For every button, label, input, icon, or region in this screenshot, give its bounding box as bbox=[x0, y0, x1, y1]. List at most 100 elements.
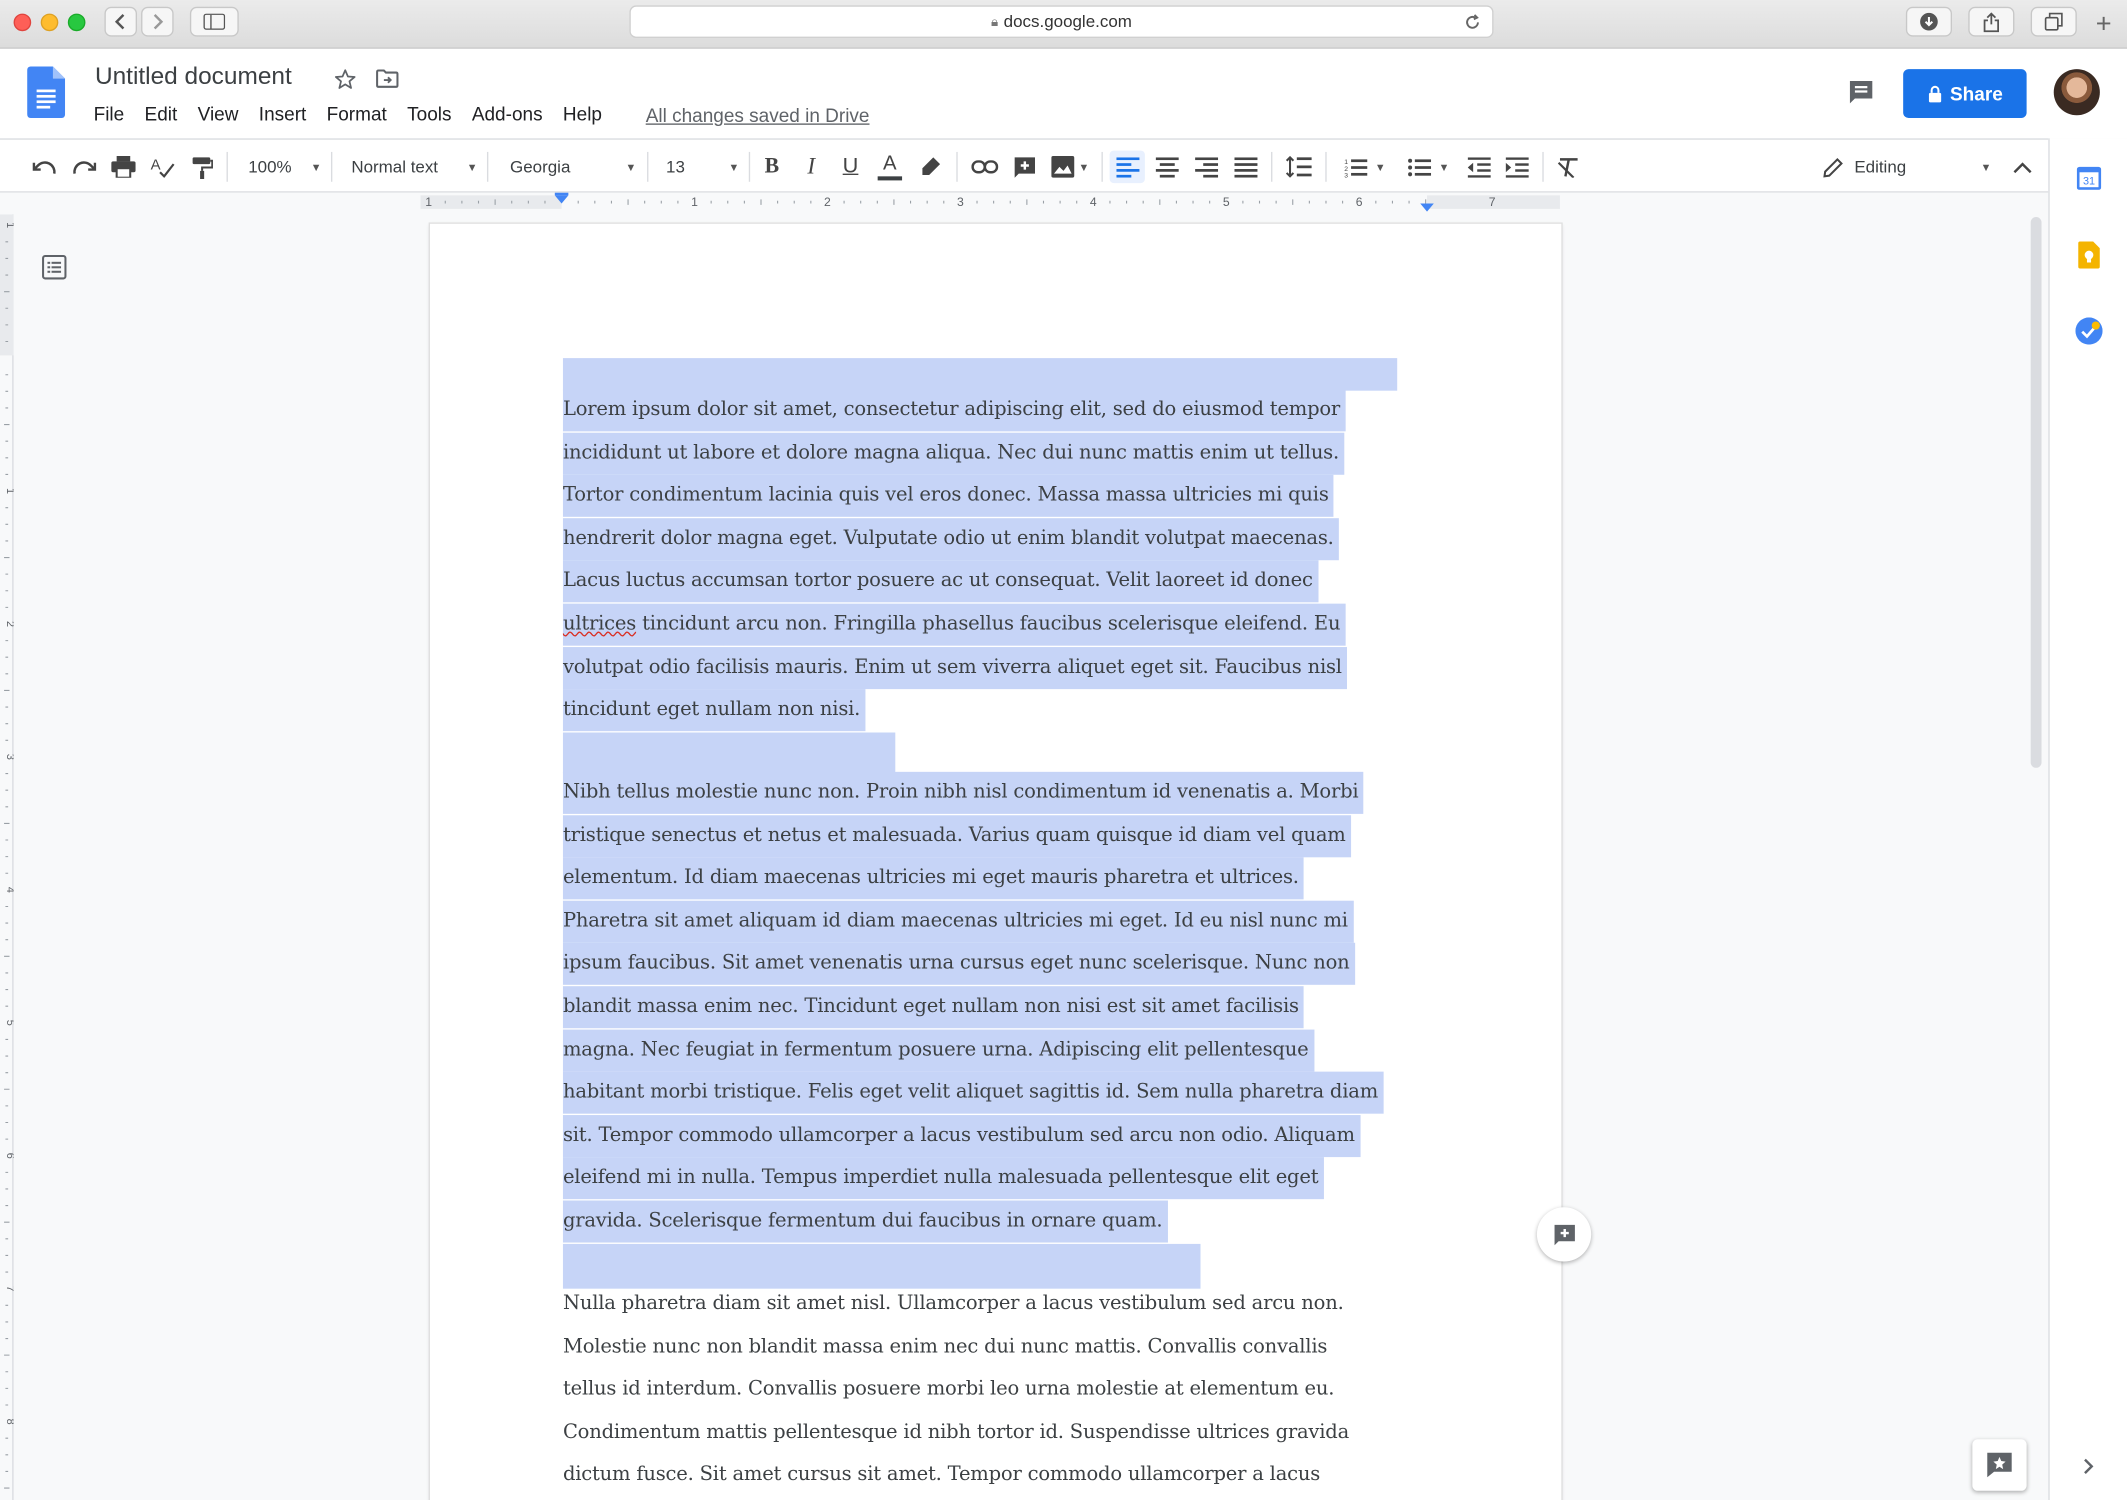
explore-icon bbox=[1987, 1452, 2012, 1478]
font-size-select[interactable]: 13 ▼ bbox=[658, 151, 739, 184]
move-folder-icon[interactable] bbox=[376, 69, 399, 88]
vertical-ruler[interactable]: 1 1 2 3 4 5 6 7 8 bbox=[0, 214, 16, 1500]
zoom-select[interactable]: 100% ▼ bbox=[237, 151, 321, 184]
zoom-window-button[interactable] bbox=[67, 13, 86, 32]
menu-edit[interactable]: Edit bbox=[145, 103, 178, 125]
menu-insert[interactable]: Insert bbox=[259, 103, 306, 125]
clear-formatting-button[interactable] bbox=[1553, 151, 1583, 184]
align-right-button[interactable] bbox=[1191, 151, 1221, 184]
text-line-content: Nibh tellus molestie nunc non. Proin nib… bbox=[562, 771, 1364, 814]
text-line-content: dictum fusce. Sit amet cursus sit amet. … bbox=[562, 1464, 1321, 1486]
tabs-overview-button[interactable] bbox=[2030, 6, 2077, 37]
paragraph-3[interactable]: Nulla pharetra diam sit amet nisl. Ullam… bbox=[563, 1283, 1445, 1497]
text-color-button[interactable]: A bbox=[875, 151, 905, 184]
menu-format[interactable]: Format bbox=[327, 103, 387, 125]
share-label: Share bbox=[1950, 82, 2003, 105]
hide-menus-button[interactable] bbox=[2008, 151, 2038, 184]
insert-image-button[interactable]: ▼ bbox=[1047, 151, 1093, 184]
keep-icon[interactable] bbox=[2078, 241, 2100, 269]
insert-link-button[interactable] bbox=[969, 151, 1002, 184]
back-button[interactable] bbox=[104, 6, 138, 37]
text-line-content: ultrices tincidunt arcu non. Fringilla p… bbox=[562, 603, 1346, 646]
paragraph-style-select[interactable]: Normal text ▼ bbox=[342, 151, 478, 184]
clear-formatting-icon bbox=[1557, 157, 1577, 178]
star-icon[interactable] bbox=[334, 68, 357, 91]
increase-indent-button[interactable] bbox=[1502, 151, 1532, 184]
bulleted-list-button[interactable]: ▼ bbox=[1401, 151, 1455, 184]
lock-icon: 🔒︎ bbox=[991, 14, 999, 30]
spellcheck-icon: A bbox=[151, 157, 175, 178]
align-justify-button[interactable] bbox=[1230, 151, 1260, 184]
editing-mode-label: Editing bbox=[1854, 157, 1907, 177]
docs-logo-icon[interactable] bbox=[27, 66, 66, 119]
text-line: hendrerit dolor magna eget. Vulputate od… bbox=[562, 517, 1445, 561]
reload-icon[interactable] bbox=[1464, 14, 1482, 32]
align-center-button[interactable] bbox=[1152, 151, 1182, 184]
numbered-list-icon: 123 bbox=[1344, 158, 1367, 177]
document-title[interactable]: Untitled document bbox=[95, 62, 292, 90]
bold-button[interactable]: B bbox=[757, 151, 787, 184]
underline-button[interactable]: U bbox=[836, 151, 866, 184]
selection-top-band bbox=[562, 358, 1398, 391]
highlight-color-button[interactable] bbox=[916, 151, 946, 184]
paint-format-button[interactable] bbox=[187, 151, 217, 184]
share-page-button[interactable] bbox=[1968, 6, 2015, 37]
text-line-content: habitant morbi tristique. Felis eget vel… bbox=[562, 1071, 1384, 1114]
menu-help[interactable]: Help bbox=[563, 103, 602, 125]
chevron-right-icon[interactable] bbox=[2082, 1458, 2094, 1475]
redo-button[interactable] bbox=[69, 151, 99, 184]
numbered-list-button[interactable]: 123 ▼ bbox=[1338, 151, 1392, 184]
undo-button[interactable] bbox=[30, 151, 60, 184]
caret-down-icon: ▼ bbox=[1374, 160, 1386, 173]
menu-view[interactable]: View bbox=[198, 103, 239, 125]
menu-tools[interactable]: Tools bbox=[407, 103, 451, 125]
spellcheck-button[interactable]: A bbox=[148, 151, 178, 184]
first-line-indent-marker[interactable] bbox=[554, 192, 569, 196]
font-select[interactable]: Georgia ▼ bbox=[498, 151, 636, 184]
document-outline-icon[interactable] bbox=[42, 255, 67, 280]
misspelled-word[interactable]: ultrices bbox=[563, 613, 636, 635]
explore-button[interactable] bbox=[1972, 1439, 2027, 1491]
calendar-icon[interactable]: 31 bbox=[2076, 164, 2102, 190]
comment-history-icon[interactable] bbox=[1846, 77, 1876, 107]
tasks-icon[interactable] bbox=[2075, 317, 2103, 345]
vertical-scrollbar[interactable] bbox=[2030, 217, 2042, 768]
svg-text:A: A bbox=[151, 157, 161, 174]
forward-button[interactable] bbox=[141, 6, 174, 37]
horizontal-ruler[interactable]: 1 1 2 3 4 5 6 7 bbox=[0, 192, 2049, 215]
add-comment-floating-button[interactable] bbox=[1536, 1207, 1592, 1262]
align-left-button[interactable] bbox=[1109, 150, 1145, 184]
document-page[interactable]: Lorem ipsum dolor sit amet, consectetur … bbox=[430, 223, 1562, 1500]
sidebar-toggle-button[interactable] bbox=[189, 6, 239, 37]
print-button[interactable] bbox=[109, 151, 139, 184]
menu-file[interactable]: File bbox=[94, 103, 125, 125]
downloads-button[interactable] bbox=[1905, 6, 1953, 37]
align-justify-icon bbox=[1233, 156, 1257, 177]
italic-button[interactable]: I bbox=[796, 151, 826, 184]
paragraph-1[interactable]: Lorem ipsum dolor sit amet, consectetur … bbox=[562, 389, 1445, 732]
text-line: Tortor condimentum lacinia quis vel eros… bbox=[562, 475, 1445, 518]
decrease-indent-button[interactable] bbox=[1464, 151, 1494, 184]
close-window-button[interactable] bbox=[13, 13, 32, 32]
toolbar-divider bbox=[647, 151, 649, 182]
text-line-content: gravida. Scelerisque fermentum dui fauci… bbox=[562, 1200, 1168, 1243]
menu-addons[interactable]: Add-ons bbox=[472, 103, 543, 125]
pencil-icon bbox=[1823, 157, 1843, 177]
avatar[interactable] bbox=[2053, 69, 2100, 116]
editing-mode-select[interactable]: Editing ▼ bbox=[1815, 151, 1991, 184]
new-tab-button[interactable]: + bbox=[2096, 11, 2112, 38]
formatting-toolbar: A 100% ▼ Normal text ▼ Georgia ▼ 13 ▼ B bbox=[0, 138, 2049, 193]
share-icon bbox=[1983, 11, 2000, 32]
share-button[interactable]: Share bbox=[1903, 69, 2027, 119]
bulleted-list-icon bbox=[1407, 158, 1431, 176]
redo-icon bbox=[73, 161, 97, 174]
paragraph-2[interactable]: Nibh tellus molestie nunc non. Proin nib… bbox=[562, 771, 1445, 1243]
caret-down-icon: ▼ bbox=[466, 160, 478, 173]
save-status-link[interactable]: All changes saved in Drive bbox=[646, 104, 870, 126]
ruler-label: 1 bbox=[691, 195, 698, 209]
insert-comment-button[interactable] bbox=[1009, 151, 1039, 184]
line-spacing-button[interactable] bbox=[1282, 151, 1315, 184]
address-bar[interactable]: 🔒︎ docs.google.com bbox=[629, 5, 1494, 38]
text-line: elementum. Id diam maecenas ultricies mi… bbox=[562, 857, 1445, 901]
minimize-window-button[interactable] bbox=[40, 13, 59, 32]
